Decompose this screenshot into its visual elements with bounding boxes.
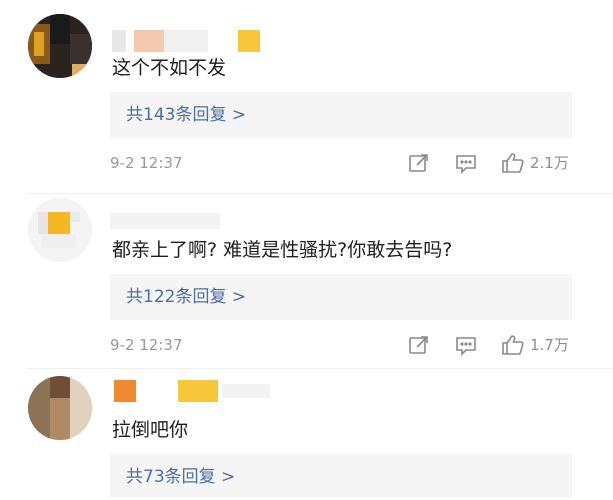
mosaic-block (134, 30, 164, 52)
comment-icon[interactable] (453, 151, 479, 175)
comment-time: 9-2 12:37 (110, 336, 183, 354)
mosaic-block (114, 380, 136, 402)
comment-text: 都亲上了啊? 难道是性骚扰?你敢去告吗? (112, 239, 453, 261)
mosaic-block (110, 213, 220, 229)
view-replies-link[interactable]: 共122条回复 > (110, 274, 572, 320)
mosaic-block (178, 380, 218, 402)
like-button[interactable]: 1.7万 (500, 333, 580, 357)
comment-meta: 9-2 12:37 2.1万 (0, 151, 613, 175)
comment-meta: 9-2 12:37 1.7万 (0, 333, 613, 357)
avatar[interactable] (28, 376, 92, 440)
mosaic-block (112, 30, 126, 52)
view-replies-link[interactable]: 共73条回复 > (110, 454, 572, 497)
view-replies-link[interactable]: 共143条回复 > (110, 92, 572, 138)
like-icon (502, 335, 524, 355)
mosaic-block (164, 30, 208, 52)
username-obscured[interactable] (110, 210, 220, 232)
username-obscured[interactable] (110, 380, 270, 402)
like-icon (502, 153, 524, 173)
avatar-image (28, 376, 92, 440)
comment-icon[interactable] (453, 333, 479, 357)
comment-text: 拉倒吧你 (112, 419, 189, 441)
avatar[interactable] (28, 14, 92, 78)
like-count: 1.7万 (530, 336, 569, 354)
avatar-image (28, 14, 92, 78)
divider (28, 193, 613, 194)
divider (28, 368, 613, 369)
username-obscured[interactable] (110, 30, 260, 52)
share-icon[interactable] (406, 151, 432, 175)
mosaic-block (222, 384, 270, 398)
like-button[interactable]: 2.1万 (500, 151, 580, 175)
mosaic-block (238, 30, 260, 52)
avatar-image (28, 198, 92, 262)
comment-text: 这个不如不发 (112, 57, 227, 79)
comment-time: 9-2 12:37 (110, 154, 183, 172)
avatar[interactable] (28, 198, 92, 262)
like-count: 2.1万 (530, 154, 569, 172)
share-icon[interactable] (406, 333, 432, 357)
